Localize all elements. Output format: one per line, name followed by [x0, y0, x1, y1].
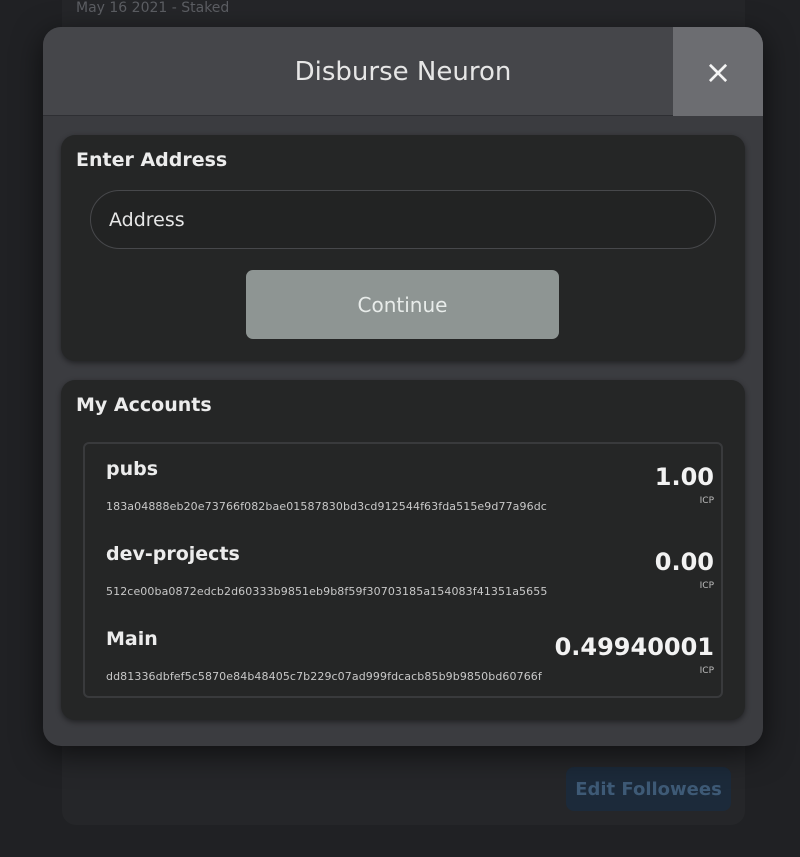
background-stake-date: May 16 2021 - Staked [76, 0, 230, 16]
address-input[interactable] [90, 190, 716, 249]
account-item-main[interactable]: Main dd81336dbfef5c5870e84b48405c7b229c0… [85, 614, 721, 699]
enter-address-title: Enter Address [76, 149, 228, 171]
edit-followees-button: Edit Followees [566, 767, 731, 811]
account-name: Main [106, 628, 158, 650]
account-balance: 0.00 [654, 548, 714, 576]
account-name: dev-projects [106, 543, 240, 565]
my-accounts-panel: My Accounts pubs 183a04888eb20e73766f082… [61, 380, 745, 720]
account-balance: 1.00 [654, 463, 714, 491]
account-item-dev-projects[interactable]: dev-projects 512ce00ba0872edcb2d60333b98… [85, 529, 721, 614]
account-name: pubs [106, 458, 159, 480]
account-balance: 0.49940001 [554, 633, 714, 661]
continue-button[interactable]: Continue [246, 270, 559, 339]
disburse-neuron-modal: Disburse Neuron × Enter Address Continue… [43, 27, 763, 746]
account-identifier: 183a04888eb20e73766f082bae01587830bd3cd9… [106, 500, 547, 513]
account-identifier: 512ce00ba0872edcb2d60333b9851eb9b8f59f30… [106, 585, 548, 598]
account-identifier: dd81336dbfef5c5870e84b48405c7b229c07ad99… [106, 670, 542, 683]
enter-address-panel: Enter Address Continue [61, 135, 745, 361]
accounts-list: pubs 183a04888eb20e73766f082bae01587830b… [83, 442, 723, 698]
modal-title: Disburse Neuron [294, 56, 512, 87]
account-unit: ICP [699, 496, 714, 506]
modal-header: Disburse Neuron × [43, 27, 763, 116]
account-unit: ICP [699, 581, 714, 591]
close-button[interactable]: × [673, 27, 763, 116]
my-accounts-title: My Accounts [76, 394, 212, 416]
account-unit: ICP [699, 666, 714, 676]
account-item-pubs[interactable]: pubs 183a04888eb20e73766f082bae01587830b… [85, 444, 721, 529]
close-icon: × [704, 52, 732, 91]
